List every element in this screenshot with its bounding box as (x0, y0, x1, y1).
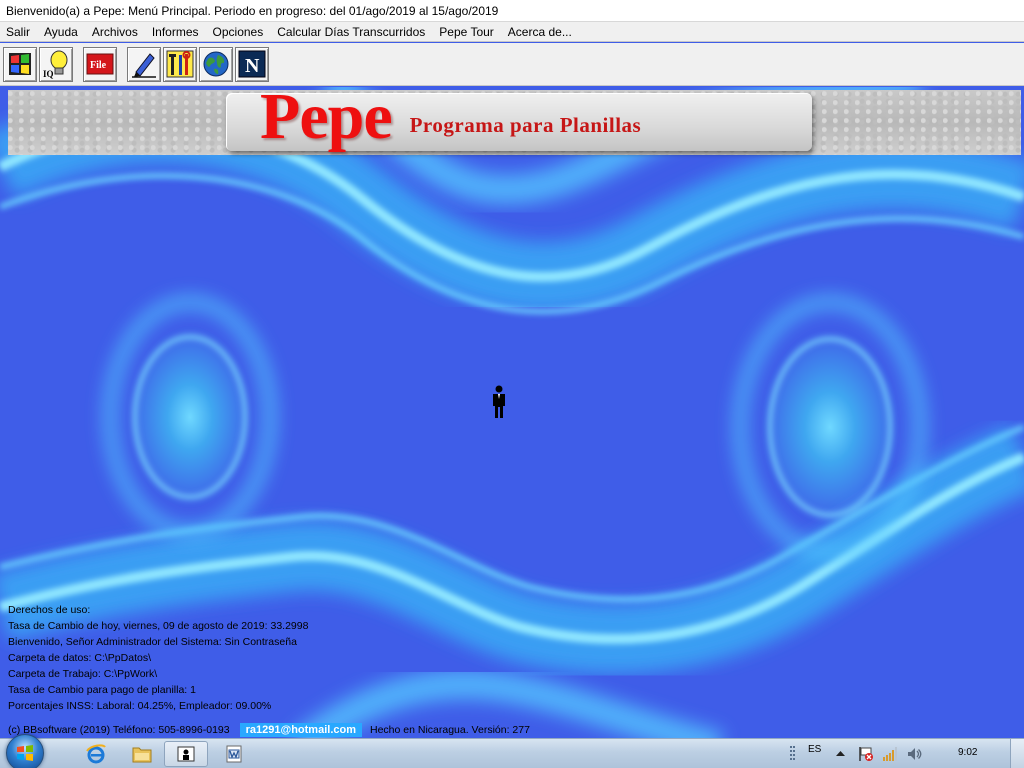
netscape-toolbar-button[interactable]: N (235, 46, 269, 82)
toolbar: IQ File N (0, 43, 1024, 86)
globe-toolbar-button[interactable] (199, 46, 233, 82)
footer: (c) BBsoftware (2019) Teléfono: 505-8996… (8, 722, 530, 738)
action-center-flag-icon[interactable] (858, 746, 874, 762)
show-desktop-button[interactable] (1010, 739, 1024, 768)
made-in-text: Hecho en Nicaragua. Versión: 277 (370, 724, 530, 736)
inss-percentages-line: Porcentajes INSS: Laboral: 04.25%, Emple… (8, 700, 272, 712)
data-folder-line: Carpeta de datos: C:\PpDatos\ (8, 652, 151, 664)
window-title: Bienvenido(a) a Pepe: Menú Principal. Pe… (6, 4, 499, 18)
taskbar-word[interactable] (212, 741, 256, 767)
internet-explorer-icon (86, 744, 106, 764)
menu-informes[interactable]: Informes (145, 22, 206, 42)
menu-acerca-de[interactable]: Acerca de... (501, 22, 579, 42)
rights-line: Derechos de uso: (8, 604, 91, 616)
start-button[interactable] (6, 734, 44, 768)
windows-logo-icon (17, 745, 33, 761)
window-title-bar: Bienvenido(a) a Pepe: Menú Principal. Pe… (0, 0, 1024, 22)
info-panel: Derechos de uso: Tasa de Cambio de hoy, … (8, 602, 308, 714)
taskbar: ES 9:02 (0, 734, 1024, 768)
show-hidden-icons-icon[interactable] (836, 750, 845, 757)
tools-toolbar-button[interactable] (163, 46, 197, 82)
word-document-icon (226, 745, 242, 763)
copyright-text: (c) BBsoftware (2019) Teléfono: 505-8996… (8, 724, 230, 736)
pepe-app-icon (177, 746, 195, 762)
netscape-label: N (245, 55, 260, 77)
clock[interactable]: 9:02 (958, 747, 977, 758)
tray-keyboard-grip-icon (790, 746, 795, 760)
email-link[interactable]: ra1291@hotmail.com (239, 723, 362, 737)
windows-flag-icon (9, 53, 31, 75)
menu-bar: Salir Ayuda Archivos Informes Opciones C… (0, 22, 1024, 42)
menu-pepe-tour[interactable]: Pepe Tour (432, 22, 501, 42)
menu-salir[interactable]: Salir (0, 22, 37, 42)
iq-toolbar-button[interactable]: IQ (39, 46, 73, 82)
network-signal-icon[interactable] (882, 746, 898, 762)
iq-label: IQ (43, 69, 54, 79)
menu-ayuda[interactable]: Ayuda (37, 22, 85, 42)
banner-plate: Pepe Programa para Planillas (226, 87, 812, 151)
netscape-icon: N (238, 50, 266, 78)
pen-toolbar-button[interactable] (127, 46, 161, 82)
windows-toolbar-button[interactable] (3, 46, 37, 82)
welcome-user-line: Bienvenido, Señor Administrador del Sist… (8, 636, 297, 648)
language-indicator[interactable]: ES (808, 744, 821, 755)
exchange-rate-line: Tasa de Cambio de hoy, viernes, 09 de ag… (8, 620, 309, 632)
file-toolbar-button[interactable]: File (83, 46, 117, 82)
taskbar-pepe-app[interactable] (164, 741, 208, 767)
globe-icon (203, 51, 229, 77)
banner: Pepe Programa para Planillas (8, 87, 1021, 155)
menu-archivos[interactable]: Archivos (85, 22, 145, 42)
main-background: Pepe Programa para Planillas Derechos de… (0, 87, 1024, 738)
taskbar-explorer[interactable] (120, 741, 164, 767)
file-icon: File (86, 53, 114, 75)
pen-icon (132, 53, 156, 78)
menu-opciones[interactable]: Opciones (206, 22, 271, 42)
volume-speaker-icon[interactable] (906, 746, 922, 762)
folder-icon (132, 747, 152, 763)
taskbar-internet-explorer[interactable] (74, 741, 118, 767)
person-icon (493, 385, 505, 418)
app-logo-text: Pepe (260, 87, 393, 153)
app-subtitle: Programa para Planillas (409, 112, 642, 137)
payroll-rate-line: Tasa de Cambio para pago de planilla: 1 (8, 684, 196, 696)
lightbulb-iq-icon: IQ (43, 50, 68, 79)
file-label: File (90, 60, 107, 71)
menu-calcular-dias[interactable]: Calcular Días Transcurridos (270, 22, 432, 42)
tools-icon (166, 50, 194, 78)
work-folder-line: Carpeta de Trabajo: C:\PpWork\ (8, 668, 158, 680)
